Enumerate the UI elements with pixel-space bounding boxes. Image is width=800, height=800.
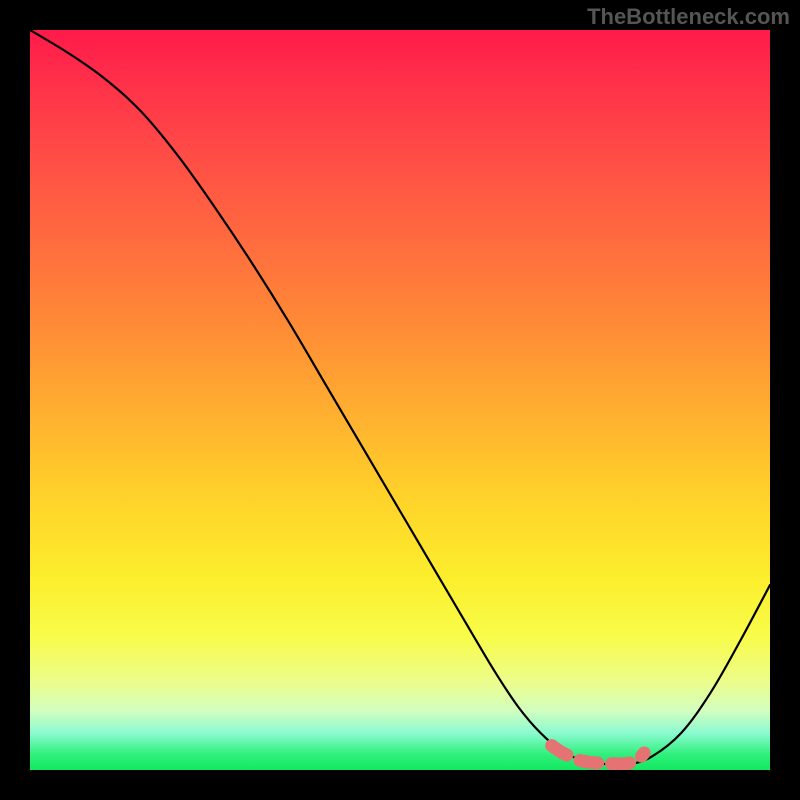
curve-svg (30, 30, 770, 770)
watermark-text: TheBottleneck.com (587, 4, 790, 30)
plot-area (30, 30, 770, 770)
chart-container: TheBottleneck.com (0, 0, 800, 800)
bottleneck-curve (30, 30, 770, 765)
optimal-zone-highlight (552, 746, 645, 764)
